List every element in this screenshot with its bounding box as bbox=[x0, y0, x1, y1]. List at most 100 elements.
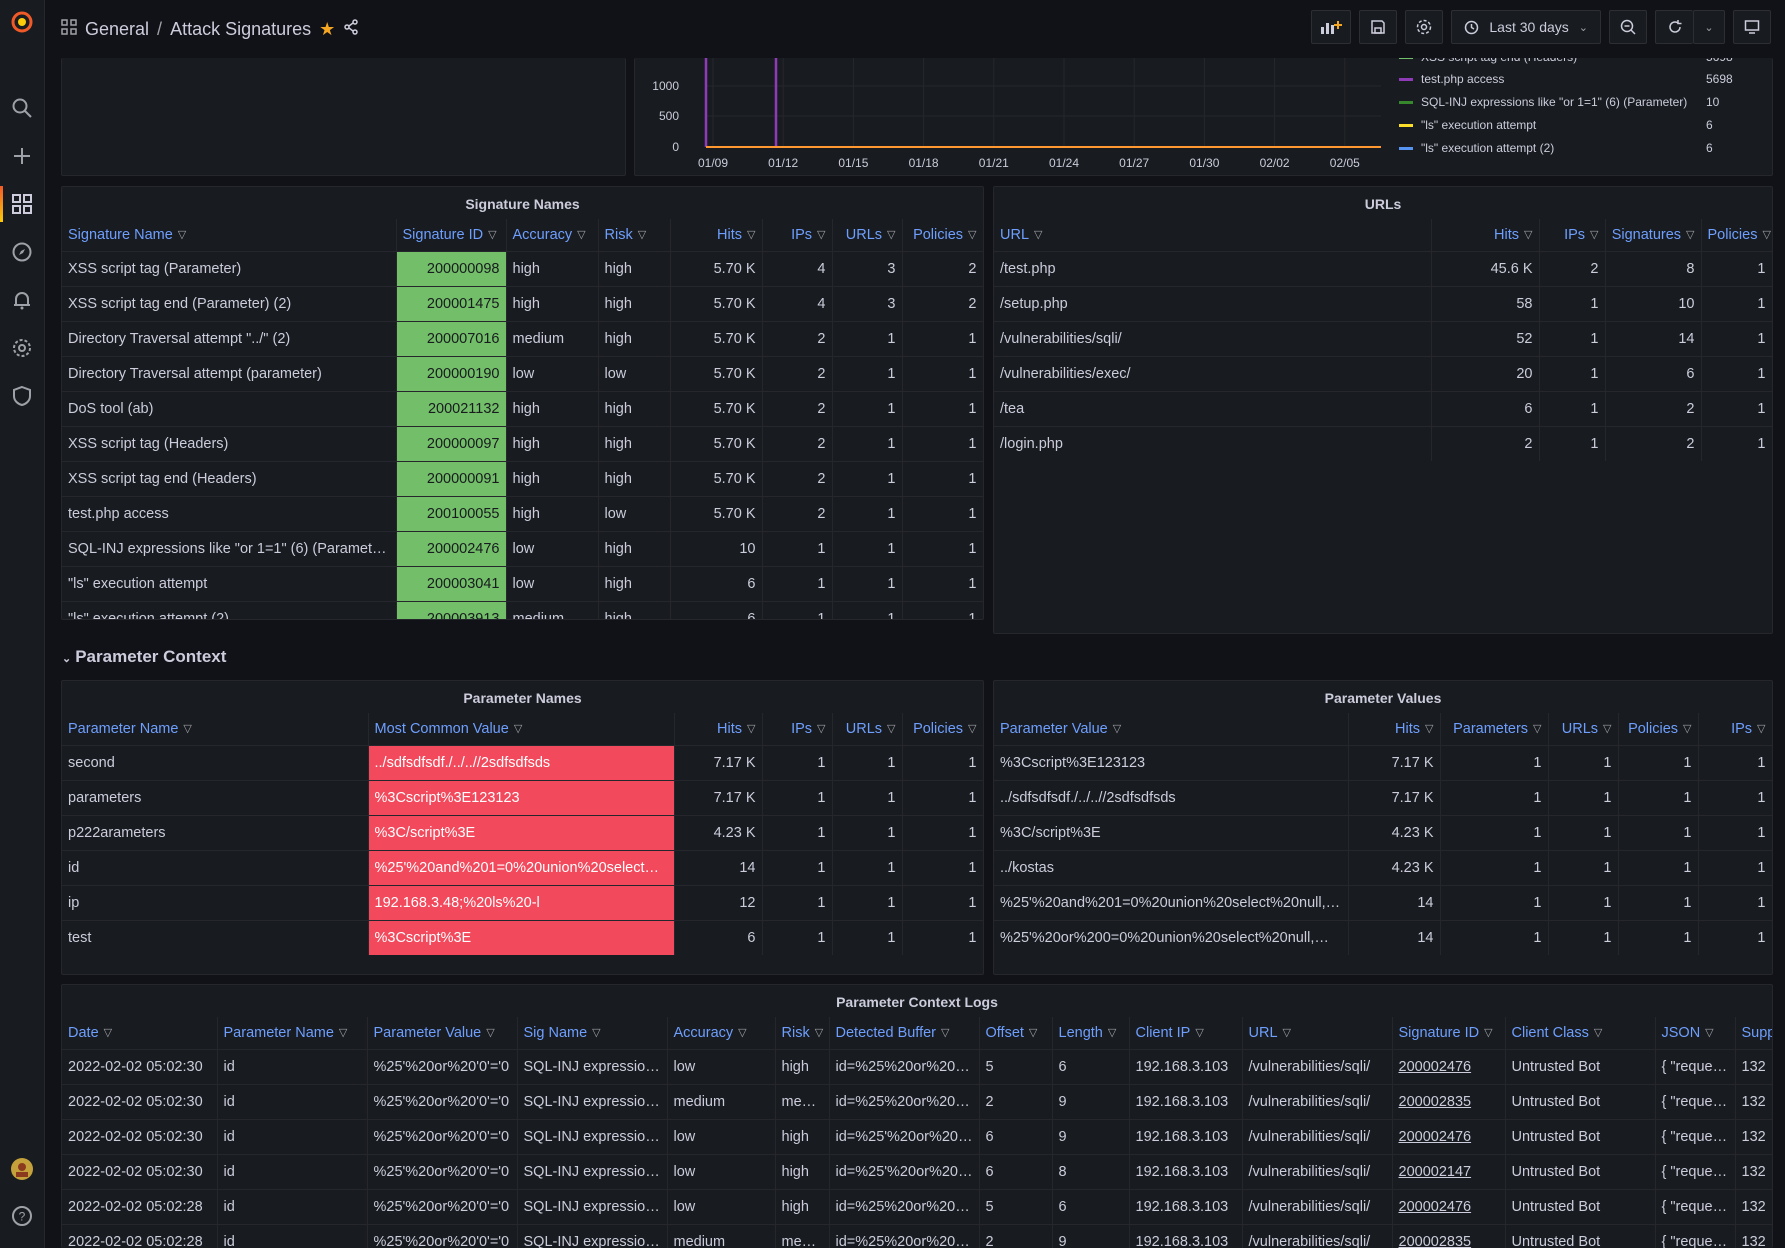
table-row[interactable]: p222arameters %3C/script%3E 4.23 K111 bbox=[62, 814, 983, 850]
column-header[interactable]: Date ▽ bbox=[62, 1017, 218, 1049]
table-row[interactable]: XSS script tag (Parameter) 200000098 high h… bbox=[62, 250, 983, 286]
tv-mode-button[interactable] bbox=[1733, 10, 1771, 44]
column-header[interactable]: Most Common Value ▽ bbox=[368, 713, 675, 745]
table-row[interactable]: 2022-02-02 05:02:28 id %25'%20or%20'0'='0 S… bbox=[62, 1188, 1772, 1224]
column-header[interactable]: Risk ▽ bbox=[598, 219, 671, 251]
dashboard-settings-button[interactable] bbox=[1405, 10, 1444, 44]
add-panel-button[interactable] bbox=[1311, 10, 1352, 44]
filter-icon[interactable]: ▽ bbox=[1590, 228, 1598, 241]
column-header[interactable]: Risk ▽ bbox=[775, 1017, 830, 1049]
column-header[interactable]: Client Class ▽ bbox=[1505, 1017, 1656, 1049]
alerting-icon[interactable] bbox=[8, 286, 36, 314]
column-header[interactable]: Parameters ▽ bbox=[1440, 713, 1549, 745]
column-header[interactable]: Signature Name ▽ bbox=[62, 219, 397, 251]
column-header[interactable]: URLs ▽ bbox=[1548, 713, 1619, 745]
filter-icon[interactable]: ▽ bbox=[817, 228, 825, 241]
filter-icon[interactable]: ▽ bbox=[1484, 1026, 1492, 1039]
table-row[interactable]: %25'%20or%200=0%20union%20select%20null,… bbox=[994, 919, 1772, 955]
table-row[interactable]: "ls" execution attempt (2) 200003913 mediu… bbox=[62, 600, 983, 619]
search-icon[interactable] bbox=[8, 94, 36, 122]
legend-item[interactable]: XSS script tag end (Headers)5698 bbox=[1399, 58, 1769, 67]
filter-icon[interactable]: ▽ bbox=[1108, 1026, 1116, 1039]
filter-icon[interactable]: ▽ bbox=[1524, 228, 1532, 241]
dashboard-title[interactable]: Attack Signatures bbox=[170, 19, 311, 40]
settings-icon[interactable] bbox=[8, 334, 36, 362]
filter-icon[interactable]: ▽ bbox=[577, 228, 585, 241]
filter-icon[interactable]: ▽ bbox=[1034, 228, 1042, 241]
star-icon[interactable]: ★ bbox=[319, 19, 335, 40]
column-header[interactable]: Length ▽ bbox=[1052, 1017, 1130, 1049]
table-row[interactable]: /vulnerabilities/exec/20 1 6 1 bbox=[994, 355, 1772, 391]
table-row[interactable]: ip 192.168.3.48;%20ls%20-l 12 1 1 1 bbox=[62, 884, 983, 920]
filter-icon[interactable]: ▽ bbox=[638, 228, 646, 241]
filter-icon[interactable]: ▽ bbox=[339, 1026, 347, 1039]
column-header[interactable]: URL ▽ bbox=[994, 219, 1432, 251]
table-row[interactable]: test.php access 200100055 high low 5.70 K211 bbox=[62, 495, 983, 531]
table-row[interactable]: %25'%20and%201=0%20union%20select%20null… bbox=[994, 884, 1772, 920]
refresh-button[interactable] bbox=[1655, 10, 1693, 44]
filter-icon[interactable]: ▽ bbox=[1683, 722, 1691, 735]
legend-item[interactable]: test.php access 5698 bbox=[1399, 69, 1769, 89]
filter-icon[interactable]: ▽ bbox=[887, 228, 895, 241]
filter-icon[interactable]: ▽ bbox=[1686, 228, 1694, 241]
column-header[interactable]: Hits ▽ bbox=[674, 713, 763, 745]
column-header[interactable]: Supp▽ bbox=[1735, 1017, 1772, 1049]
row-title[interactable]: ⌄ Parameter Context bbox=[62, 647, 226, 667]
table-row[interactable]: Directory Traversal attempt (parameter) 2… bbox=[62, 355, 983, 391]
share-icon[interactable] bbox=[343, 18, 359, 40]
dashboards-grid-icon[interactable] bbox=[61, 18, 77, 40]
column-header[interactable]: Policies ▽ bbox=[1701, 219, 1772, 251]
filter-icon[interactable]: ▽ bbox=[514, 722, 522, 735]
filter-icon[interactable]: ▽ bbox=[1029, 1026, 1037, 1039]
table-row[interactable]: DoS tool (ab) 200021132 high high 5.70 K211 bbox=[62, 390, 983, 426]
filter-icon[interactable]: ▽ bbox=[815, 1026, 823, 1039]
dashboards-icon[interactable] bbox=[8, 190, 36, 218]
table-row[interactable]: /vulnerabilities/sqli/52 1 14 1 bbox=[994, 320, 1772, 356]
folder-link[interactable]: General bbox=[85, 19, 149, 40]
column-header[interactable]: Policies ▽ bbox=[902, 219, 983, 251]
column-header[interactable]: Sig Name ▽ bbox=[517, 1017, 668, 1049]
plus-icon[interactable] bbox=[8, 142, 36, 170]
table-row[interactable]: SQL-INJ expressions like "or 1=1" (6) (P… bbox=[62, 530, 983, 566]
column-header[interactable]: Signatures ▽ bbox=[1605, 219, 1702, 251]
explore-icon[interactable] bbox=[8, 238, 36, 266]
column-header[interactable]: Signature ID ▽ bbox=[1392, 1017, 1506, 1049]
column-header[interactable]: Accuracy ▽ bbox=[506, 219, 599, 251]
column-header[interactable]: Policies ▽ bbox=[1618, 713, 1699, 745]
refresh-interval-dropdown[interactable]: ⌄ bbox=[1693, 10, 1725, 44]
filter-icon[interactable]: ▽ bbox=[1757, 722, 1765, 735]
column-header[interactable]: Detected Buffer ▽ bbox=[829, 1017, 980, 1049]
table-row[interactable]: Directory Traversal attempt "../" (2) 200… bbox=[62, 320, 983, 356]
filter-icon[interactable]: ▽ bbox=[1283, 1026, 1291, 1039]
table-row[interactable]: test %3Cscript%3E 6 1 1 1 bbox=[62, 919, 983, 955]
help-icon[interactable]: ? bbox=[8, 1202, 36, 1230]
table-row[interactable]: /test.php 45.6 K281 bbox=[994, 250, 1772, 286]
filter-icon[interactable]: ▽ bbox=[968, 722, 976, 735]
column-header[interactable]: Hits ▽ bbox=[1431, 219, 1540, 251]
filter-icon[interactable]: ▽ bbox=[747, 722, 755, 735]
column-header[interactable]: Parameter Name ▽ bbox=[62, 713, 369, 745]
grafana-logo-icon[interactable] bbox=[8, 8, 36, 36]
column-header[interactable]: Hits ▽ bbox=[1348, 713, 1441, 745]
column-header[interactable]: Signature ID ▽ bbox=[396, 219, 507, 251]
filter-icon[interactable]: ▽ bbox=[178, 228, 186, 241]
save-button[interactable] bbox=[1359, 10, 1398, 44]
column-header[interactable]: Offset ▽ bbox=[979, 1017, 1053, 1049]
column-header[interactable]: Client IP ▽ bbox=[1129, 1017, 1243, 1049]
table-row[interactable]: id%25'%20and%201=0%20union%20select%20nu… bbox=[62, 849, 983, 885]
table-row[interactable]: XSS script tag (Headers) 200000097 high hig… bbox=[62, 425, 983, 461]
table-row[interactable]: 2022-02-02 05:02:28 id %25'%20or%20'0'='0 S… bbox=[62, 1223, 1772, 1248]
filter-icon[interactable]: ▽ bbox=[1113, 722, 1121, 735]
table-row[interactable]: ../sdfsdfsdf./../..//2sdfsdfsds 7.17 K111… bbox=[994, 779, 1772, 815]
filter-icon[interactable]: ▽ bbox=[1762, 228, 1770, 241]
table-row[interactable]: %3Cscript%3E123123 7.17 K1111 bbox=[994, 744, 1772, 780]
filter-icon[interactable]: ▽ bbox=[488, 228, 496, 241]
table-row[interactable]: XSS script tag end (Parameter) (2) 200001… bbox=[62, 285, 983, 321]
filter-icon[interactable]: ▽ bbox=[1705, 1026, 1713, 1039]
column-header[interactable]: IPs ▽ bbox=[762, 713, 833, 745]
shield-icon[interactable] bbox=[8, 382, 36, 410]
column-header[interactable]: Parameter Name ▽ bbox=[217, 1017, 368, 1049]
column-header[interactable]: Hits ▽ bbox=[670, 219, 763, 251]
column-header[interactable]: IPs ▽ bbox=[1539, 219, 1606, 251]
table-row[interactable]: 2022-02-02 05:02:30 id %25'%20or%20'0'='0 S… bbox=[62, 1118, 1772, 1154]
